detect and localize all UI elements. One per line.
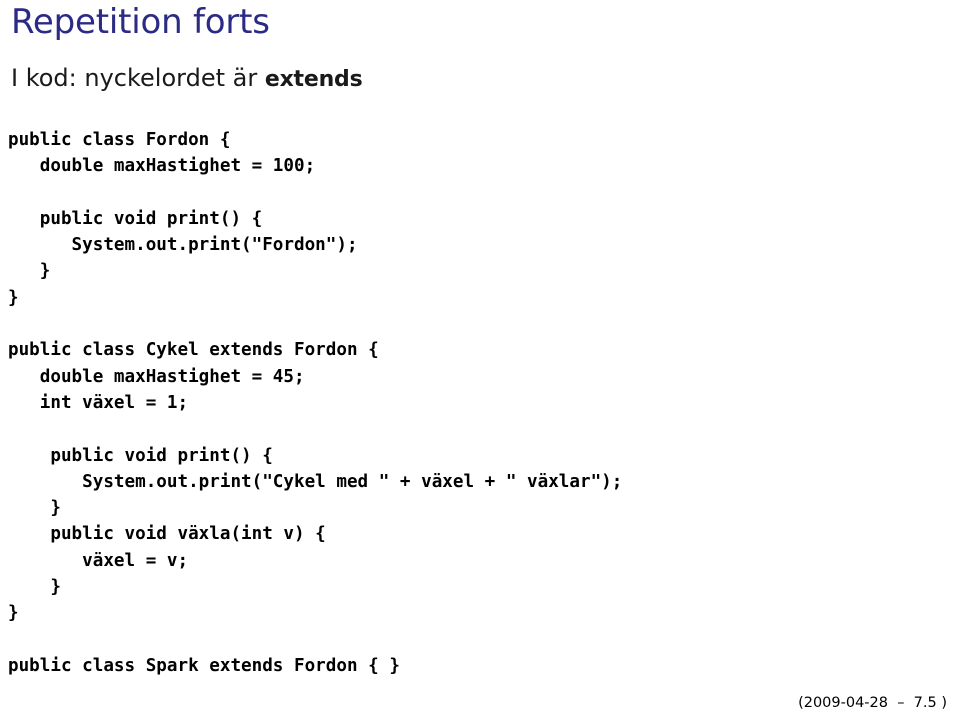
code-line: System.out.print("Cykel med " + växel + … — [8, 471, 623, 492]
slide-canvas: Repetition forts I kod: nyckelordet är e… — [0, 0, 959, 717]
code-block-spark: public class Spark extends Fordon { } — [8, 653, 938, 679]
subtitle-keyword: extends — [264, 67, 363, 92]
code-line: } — [8, 287, 19, 308]
code-line: public void print() { — [8, 208, 263, 229]
code-line: } — [8, 603, 19, 624]
subtitle-text: I kod: nyckelordet är — [11, 64, 265, 92]
code-line: public class Fordon { — [8, 130, 231, 150]
page-title: Repetition forts — [11, 2, 270, 42]
code-line: } — [8, 261, 51, 282]
code-line: double maxHastighet = 100; — [8, 156, 316, 177]
code-line: double maxHastighet = 45; — [8, 366, 305, 387]
code-line: } — [8, 577, 61, 598]
code-line: int växel = 1; — [8, 392, 189, 413]
code-line: växel = v; — [8, 550, 189, 571]
code-block-cykel: public class Cykel extends Fordon { doub… — [8, 337, 938, 626]
code-line: } — [8, 498, 61, 519]
code-area: public class Fordon { double maxHastighe… — [8, 127, 938, 679]
code-line: public class Cykel extends Fordon { — [8, 340, 379, 361]
code-block-fordon: public class Fordon { double maxHastighe… — [8, 127, 938, 311]
code-line: public class Spark extends Fordon { } — [8, 655, 400, 676]
code-block-separator — [8, 627, 938, 653]
code-line: System.out.print("Fordon"); — [8, 235, 358, 256]
slide-footer: (2009-04-28 – 7.5 ) — [798, 695, 947, 711]
slide-subtitle: I kod: nyckelordet är extends — [11, 64, 363, 92]
code-line: public void växla(int v) { — [8, 524, 326, 545]
code-block-separator — [8, 311, 938, 337]
code-line: public void print() { — [8, 445, 273, 466]
